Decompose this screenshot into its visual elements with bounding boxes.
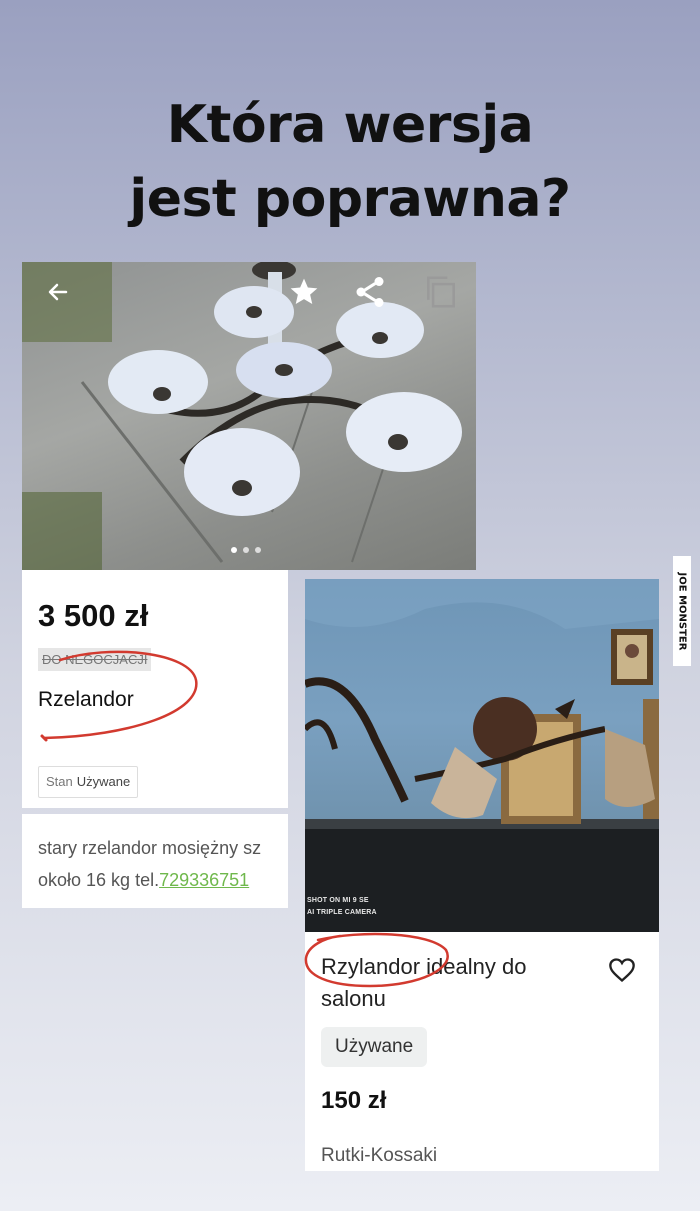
negotiation-badge: DO NEGOCJACJI — [38, 648, 152, 671]
wall-lamp-photo: SHOT ON MI 9 SE AI TRIPLE CAMERA — [305, 579, 659, 932]
headline-line-2: jest poprawna? — [129, 169, 571, 229]
condition-chip: Używane — [321, 1027, 428, 1067]
wall-lamp-illustration — [305, 579, 659, 932]
listing-right: SHOT ON MI 9 SE AI TRIPLE CAMERA Rzyland… — [305, 579, 659, 1171]
headline: Która wersja jest poprawna? — [0, 88, 700, 236]
description-line-1: stary rzelandor mosiężny sz — [38, 838, 262, 858]
price: 150 zł — [321, 1087, 387, 1114]
description-line-2: około 16 kg tel.729336751 — [38, 870, 249, 891]
joe-monster-logo: JOE MONSTER — [673, 556, 691, 666]
watermark-line-1: SHOT ON MI 9 SE — [307, 897, 369, 904]
chandelier-illustration — [22, 262, 462, 570]
condition-chip: Stan Używane — [38, 766, 139, 798]
listing-title[interactable]: Rzelandor — [38, 688, 134, 712]
share-icon[interactable] — [352, 274, 388, 310]
price: 3 500 zł — [38, 598, 149, 633]
listing-title[interactable]: Rzylandor idealny do salonu — [321, 951, 591, 1015]
headline-line-1: Która wersja — [166, 95, 534, 155]
location: Rutki-Kossaki — [321, 1145, 438, 1166]
star-icon[interactable] — [288, 276, 320, 308]
heart-icon[interactable] — [608, 957, 636, 983]
back-arrow-icon[interactable] — [46, 280, 70, 304]
condition-value: Używane — [76, 774, 131, 789]
listing-description: stary rzelandor mosiężny sz około 16 kg … — [22, 814, 288, 908]
listing-left-info: 3 500 zł DO NEGOCJACJI Rzelandor Stan Uży… — [22, 570, 288, 808]
watermark-line-2: AI TRIPLE CAMERA — [307, 909, 377, 916]
chandelier-photo — [22, 262, 476, 570]
phone-link[interactable]: 729336751 — [159, 870, 249, 890]
copy-icon[interactable] — [422, 272, 460, 312]
condition-key: Stan — [46, 774, 73, 789]
description-prefix: około 16 kg tel. — [38, 870, 160, 890]
side-logo-text: JOE MONSTER — [676, 572, 688, 650]
